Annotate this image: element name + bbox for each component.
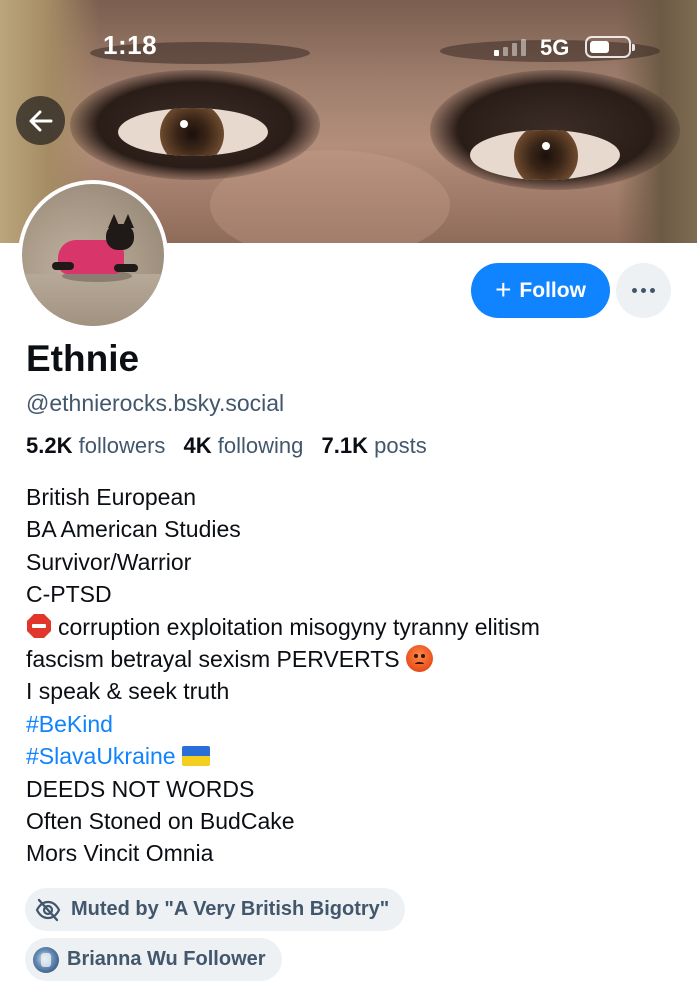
back-arrow-icon xyxy=(29,110,52,131)
handle: @ethnierocks.bsky.social xyxy=(26,390,285,416)
stop-sign-icon xyxy=(27,613,51,638)
signal-icon xyxy=(494,38,526,56)
followers-link[interactable]: 5.2K followers xyxy=(26,433,165,458)
list-membership-badge[interactable]: Brianna Wu Follower xyxy=(25,938,282,981)
avatar[interactable] xyxy=(18,180,168,330)
hashtag-slavaukraine[interactable]: #SlavaUkraine xyxy=(26,743,176,769)
bio-line: corruption exploitation misogyny tyranny… xyxy=(26,611,676,643)
bio-line: I speak & seek truth xyxy=(26,678,230,705)
more-icon xyxy=(632,288,637,293)
list-label: Brianna Wu Follower xyxy=(67,948,266,970)
muted-label: Muted by "A Very British Bigotry" xyxy=(71,898,390,920)
bio-line: British European xyxy=(26,484,197,510)
bio-line: Mors Vincit Omnia xyxy=(26,840,214,867)
follow-label: Follow xyxy=(519,278,586,302)
display-name: Ethnie xyxy=(26,338,140,379)
profile-bio: British European BA American Studies Sur… xyxy=(26,481,676,870)
following-link[interactable]: 4K following xyxy=(184,433,304,458)
angry-face-icon xyxy=(405,644,433,672)
profile-stats: 5.2K followers 4K following 7.1K posts xyxy=(26,433,427,459)
status-time: 1:18 xyxy=(103,30,158,60)
bio-line: Often Stoned on BudCake xyxy=(26,807,295,834)
follow-button[interactable]: + Follow xyxy=(471,263,610,318)
posts-count: 7.1K posts xyxy=(321,433,427,458)
more-options-button[interactable] xyxy=(616,263,671,318)
back-button[interactable] xyxy=(16,96,65,145)
bio-line: Survivor/Warrior xyxy=(26,548,192,575)
list-avatar xyxy=(33,946,59,973)
bio-line: BA American Studies xyxy=(26,516,241,543)
muted-list-badge[interactable]: Muted by "A Very British Bigotry" xyxy=(25,888,406,931)
ukraine-flag-icon xyxy=(181,746,210,767)
hashtag-bekind[interactable]: #BeKind xyxy=(26,708,676,740)
network-type: 5G xyxy=(540,35,570,60)
bio-line: C-PTSD xyxy=(26,581,112,608)
bio-line: DEEDS NOT WORDS xyxy=(26,775,255,802)
plus-icon: + xyxy=(495,273,512,305)
battery-icon xyxy=(585,36,635,58)
bio-line: #SlavaUkraine xyxy=(26,740,676,772)
eye-off-icon xyxy=(33,895,63,925)
bio-line: fascism betrayal sexism PERVERTS xyxy=(26,643,676,675)
